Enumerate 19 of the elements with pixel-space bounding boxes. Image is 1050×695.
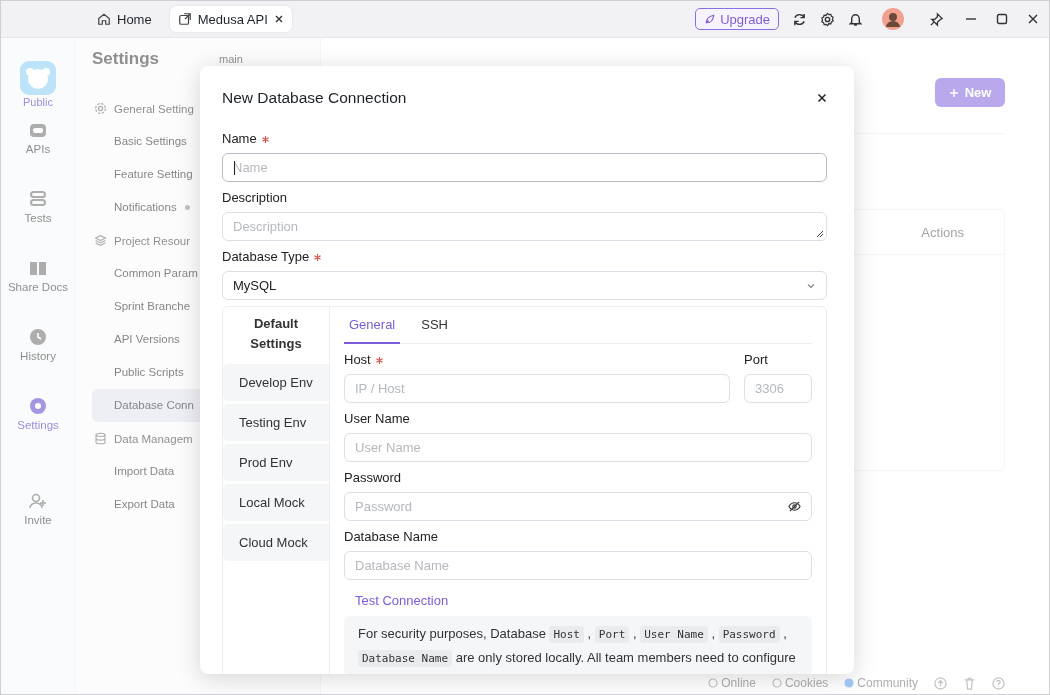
column-header: Actions: [921, 224, 964, 240]
field-label: Database Type: [222, 249, 310, 264]
field-label: Port: [744, 352, 768, 367]
nav-group-label: General Setting: [114, 102, 194, 115]
upgrade-label: Upgrade: [720, 11, 770, 27]
field-label: Host: [344, 352, 371, 367]
field-label: Description: [222, 190, 288, 205]
tab-label: Home: [117, 11, 152, 27]
dialog-title: New Database Connection: [222, 89, 407, 107]
field-label: Name: [222, 131, 257, 146]
settings-title: Settings: [92, 49, 160, 69]
field-label: User Name: [344, 411, 410, 426]
nav-group-label: Project Resour: [114, 234, 191, 247]
nav-group-label: Data Managem: [114, 432, 193, 445]
tab-label: Medusa API: [197, 11, 268, 27]
security-note: For security purposes, Database Host , Port , User Name , Password , Database Name are only stored locally. All team members need to configure: [358, 625, 797, 669]
workspace-label: Public: [23, 96, 53, 108]
field-label: Password: [344, 470, 402, 485]
field-label: Database Name: [344, 529, 438, 544]
